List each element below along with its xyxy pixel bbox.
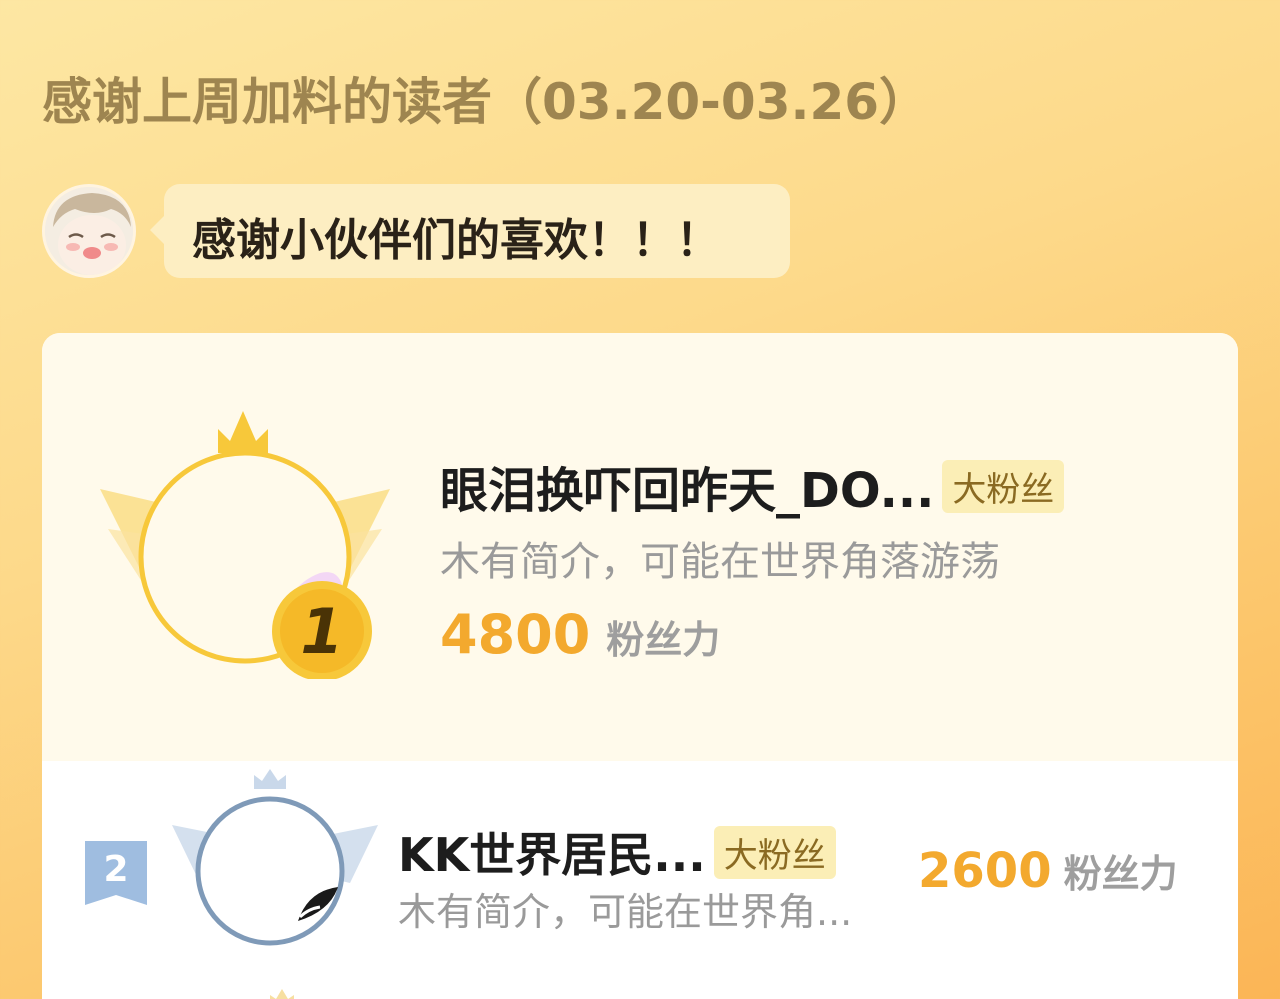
rank-1-fan-badge: 大粉丝 xyxy=(942,459,1065,513)
rank-1-number: 1 xyxy=(300,595,343,668)
rank-1-entry[interactable]: 1 眼泪换吓回昨天_DO... 大粉丝 木有简介，可能在世界角落游荡 4800 … xyxy=(42,333,1238,761)
rank-2-score: 2600 粉丝力 xyxy=(918,843,1178,899)
author-message-text: 感谢小伙伴们的喜欢！！！ xyxy=(192,215,720,266)
rank-1-name: 眼泪换吓回昨天_DO... xyxy=(440,463,935,519)
fan-ranking-card: 1 眼泪换吓回昨天_DO... 大粉丝 木有简介，可能在世界角落游荡 4800 … xyxy=(42,333,1238,999)
rank-2-name: KK世界居民... xyxy=(398,828,706,882)
rank-2-number: 2 xyxy=(103,849,128,890)
rank-2-avatar-frame xyxy=(170,769,380,949)
author-avatar[interactable] xyxy=(42,184,136,278)
rank-2-score-label: 粉丝力 xyxy=(1063,852,1178,896)
rank-2-bio: 木有简介，可能在世界角... xyxy=(398,890,853,934)
rank-3-crown-icon xyxy=(270,989,294,999)
rank-1-avatar-frame: 1 xyxy=(100,409,390,681)
rank-2-ribbon-icon: 2 xyxy=(85,841,147,905)
rank-2-score-value: 2600 xyxy=(918,843,1052,899)
rank-1-name-row: 眼泪换吓回昨天_DO... 大粉丝 xyxy=(440,451,1065,521)
author-avatar-image xyxy=(45,187,133,275)
author-message-bubble: 感谢小伙伴们的喜欢！！！ xyxy=(150,184,790,278)
rank-1-score-value: 4800 xyxy=(440,603,591,666)
rank-1-score: 4800 粉丝力 xyxy=(440,603,720,666)
gold-crown-frame-icon: 1 xyxy=(100,411,390,681)
rank-1-bio: 木有简介，可能在世界角落游荡 xyxy=(440,539,1000,585)
rank-2-fan-badge: 大粉丝 xyxy=(713,825,836,879)
page-title: 感谢上周加料的读者（03.20-03.26） xyxy=(42,73,930,131)
rank-1-score-label: 粉丝力 xyxy=(606,618,721,662)
rank-2-name-row: KK世界居民... 大粉丝 xyxy=(398,819,836,885)
silver-crown-frame-icon xyxy=(172,769,378,946)
